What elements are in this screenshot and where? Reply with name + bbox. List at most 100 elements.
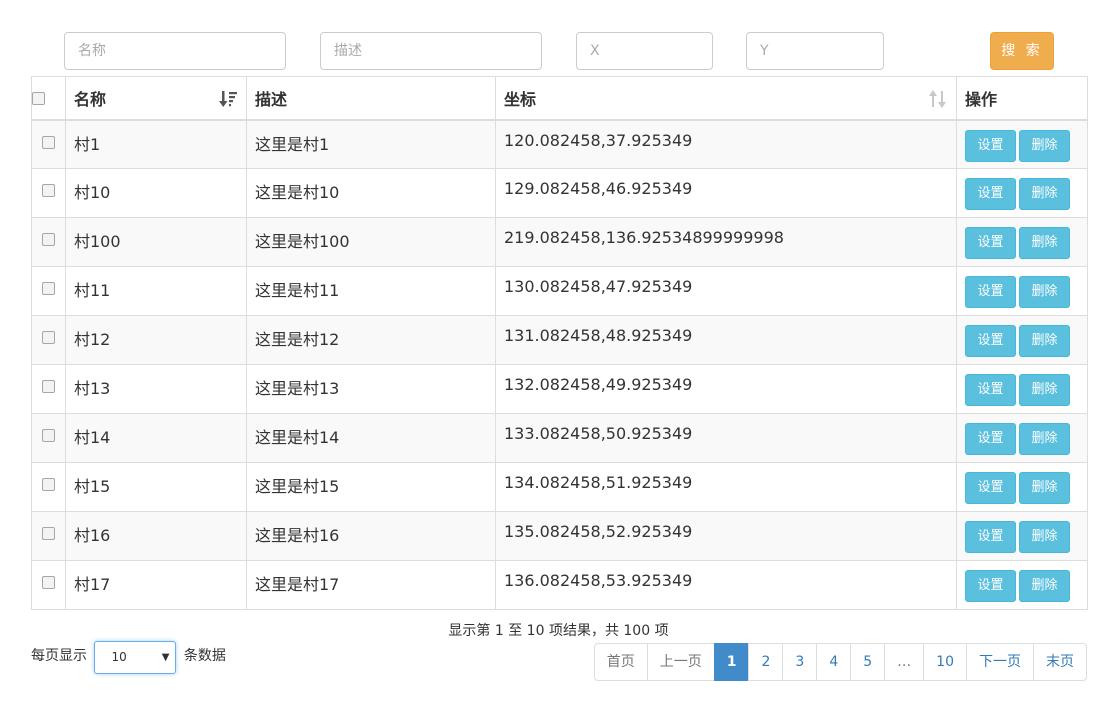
description-cell: 这里是村100 [246, 217, 496, 267]
coordinate-column-header[interactable]: 坐标 [495, 76, 957, 121]
operations-cell: 设置 删除 [956, 217, 1088, 267]
page-size-suffix: 条数据 [183, 648, 226, 664]
description-cell: 这里是村16 [246, 511, 496, 561]
page-size-label: 每页显示 [31, 648, 87, 664]
table-row: 村13 这里是村13 132.082458,49.925349 设置 删除 [31, 364, 1088, 414]
page-link[interactable]: 4 [816, 643, 852, 681]
delete-button[interactable]: 删除 [1019, 178, 1070, 210]
table-row: 村1 这里是村1 120.082458,37.925349 设置 删除 [31, 119, 1088, 169]
description-cell: 这里是村15 [246, 462, 496, 512]
delete-button[interactable]: 删除 [1019, 423, 1070, 455]
set-button[interactable]: 设置 [965, 129, 1016, 162]
set-button[interactable]: 设置 [965, 521, 1016, 553]
page-ellipsis: … [884, 643, 925, 681]
operations-cell: 设置 删除 [956, 266, 1088, 316]
row-checkbox[interactable] [42, 527, 55, 540]
row-select-cell [31, 364, 66, 414]
description-search-input[interactable] [320, 32, 542, 70]
page-size-control: 每页显示 10 ▼ 条数据 [31, 641, 226, 674]
name-header-label: 名称 [74, 89, 107, 109]
description-header-label: 描述 [255, 89, 288, 109]
operations-cell: 设置 删除 [956, 364, 1088, 414]
table-row: 村17 这里是村17 136.082458,53.925349 设置 删除 [31, 560, 1088, 610]
row-checkbox[interactable] [42, 429, 55, 442]
set-button[interactable]: 设置 [965, 374, 1016, 406]
set-button[interactable]: 设置 [965, 570, 1016, 602]
pagination: 首页 上一页 1 2 3 4 5… 10 下一页 末页 [593, 643, 1087, 681]
coordinate-cell: 136.082458,53.925349 [495, 560, 957, 610]
table-row: 村14 这里是村14 133.082458,50.925349 设置 删除 [31, 413, 1088, 463]
name-cell: 村12 [65, 315, 247, 365]
row-checkbox[interactable] [42, 478, 55, 491]
operations-cell: 设置 删除 [956, 462, 1088, 512]
coordinate-cell: 132.082458,49.925349 [495, 364, 957, 414]
row-checkbox[interactable] [42, 135, 55, 149]
row-checkbox[interactable] [42, 331, 55, 344]
set-button[interactable]: 设置 [965, 325, 1016, 357]
row-checkbox[interactable] [42, 380, 55, 393]
description-cell: 这里是村11 [246, 266, 496, 316]
coordinate-cell: 130.082458,47.925349 [495, 266, 957, 316]
first-page-link: 首页 [593, 643, 648, 681]
delete-button[interactable]: 删除 [1019, 325, 1070, 357]
set-button[interactable]: 设置 [965, 227, 1016, 259]
name-cell: 村17 [65, 560, 247, 610]
delete-button[interactable]: 删除 [1019, 276, 1070, 308]
last-page-link[interactable]: 末页 [1033, 643, 1087, 681]
select-all-checkbox[interactable] [32, 92, 45, 106]
row-select-cell [31, 413, 66, 463]
row-select-cell [31, 168, 66, 218]
name-cell: 村14 [65, 413, 247, 463]
sort-both-icon[interactable] [928, 89, 948, 109]
x-search-input[interactable] [576, 32, 713, 70]
name-column-header[interactable]: 名称 [65, 76, 247, 121]
delete-button[interactable]: 删除 [1019, 570, 1070, 602]
page-link[interactable]: 1 [713, 643, 750, 681]
operations-cell: 设置 删除 [956, 119, 1088, 169]
delete-button[interactable]: 删除 [1019, 374, 1070, 406]
set-button[interactable]: 设置 [965, 472, 1016, 504]
operations-cell: 设置 删除 [956, 315, 1088, 365]
description-cell: 这里是村12 [246, 315, 496, 365]
name-cell: 村16 [65, 511, 247, 561]
set-button[interactable]: 设置 [965, 178, 1016, 210]
page-link[interactable]: 2 [748, 643, 784, 681]
row-select-cell [31, 560, 66, 610]
page-size-select[interactable]: 10 ▼ [94, 641, 177, 674]
delete-button[interactable]: 删除 [1019, 129, 1070, 162]
set-button[interactable]: 设置 [965, 276, 1016, 308]
coordinate-cell: 120.082458,37.925349 [495, 119, 957, 169]
set-button[interactable]: 设置 [965, 423, 1016, 455]
operations-column-header: 操作 [956, 76, 1088, 121]
delete-button[interactable]: 删除 [1019, 521, 1070, 553]
y-search-input[interactable] [746, 32, 884, 70]
delete-button[interactable]: 删除 [1019, 472, 1070, 504]
row-checkbox[interactable] [42, 282, 55, 295]
row-select-cell [31, 511, 66, 561]
delete-button[interactable]: 删除 [1019, 227, 1070, 259]
row-select-cell [31, 119, 66, 169]
page-link[interactable]: 10 [923, 643, 967, 681]
page-link[interactable]: 5 [850, 643, 886, 681]
table-row: 村15 这里是村15 134.082458,51.925349 设置 删除 [31, 462, 1088, 512]
description-cell: 这里是村1 [246, 119, 496, 169]
page-link[interactable]: 3 [782, 643, 818, 681]
description-cell: 这里是村14 [246, 413, 496, 463]
description-cell: 这里是村10 [246, 168, 496, 218]
chevron-down-icon: ▼ [161, 652, 170, 663]
name-search-input[interactable] [64, 32, 286, 70]
row-checkbox[interactable] [42, 233, 55, 246]
name-cell: 村10 [65, 168, 247, 218]
coordinate-header-label: 坐标 [504, 89, 537, 109]
row-checkbox[interactable] [42, 576, 55, 589]
coordinate-cell: 133.082458,50.925349 [495, 413, 957, 463]
sort-desc-icon[interactable] [218, 89, 238, 109]
next-page-link[interactable]: 下一页 [966, 643, 1034, 681]
table-row: 村11 这里是村11 130.082458,47.925349 设置 删除 [31, 266, 1088, 316]
row-select-cell [31, 315, 66, 365]
name-cell: 村15 [65, 462, 247, 512]
row-checkbox[interactable] [42, 184, 55, 197]
name-cell: 村11 [65, 266, 247, 316]
search-button[interactable]: 搜 索 [990, 32, 1054, 70]
table-row: 村16 这里是村16 135.082458,52.925349 设置 删除 [31, 511, 1088, 561]
